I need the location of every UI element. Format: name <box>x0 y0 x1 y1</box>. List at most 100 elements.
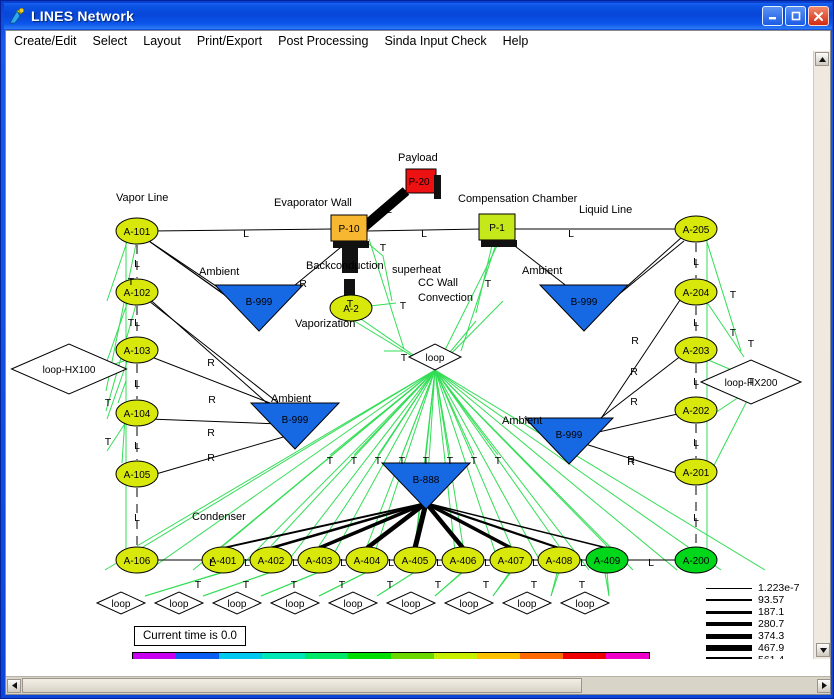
hr-legend-swatch <box>706 656 752 659</box>
hr-legend-value: 1.223e-7 <box>758 582 800 594</box>
window-title: LINES Network <box>31 8 134 24</box>
application-window: LINES Network Create/Edit Select Layout … <box>0 0 834 699</box>
thermal-edge <box>550 571 560 597</box>
close-button[interactable] <box>808 6 829 26</box>
menu-item-create-edit[interactable]: Create/Edit <box>6 33 85 49</box>
menu-bar: Create/Edit Select Layout Print/Export P… <box>6 31 830 51</box>
scroll-up-button[interactable] <box>815 52 829 66</box>
edge-label-r: R <box>299 278 307 290</box>
hr-legend-swatch <box>706 622 752 626</box>
hr-legend-value: 280.7 <box>758 618 785 630</box>
menu-item-layout[interactable]: Layout <box>135 33 189 49</box>
color-scale-cell[interactable] <box>133 653 176 659</box>
hr-legend-value: 93.57 <box>758 594 785 606</box>
section-label: CC Wall <box>418 277 458 289</box>
maximize-button[interactable] <box>785 6 806 26</box>
horizontal-scroll-thumb[interactable] <box>22 678 582 693</box>
app-icon <box>8 7 26 25</box>
loop-node-label: loop <box>228 599 247 610</box>
network-diagram-canvas[interactable]: B-999 B-999 B-999 B-999 B-888 loop-HX100 loop-… <box>6 51 814 659</box>
edge-label-t: T <box>730 289 737 301</box>
edge-label-t: T <box>485 278 492 290</box>
boundary-node-label: B-888 <box>413 475 440 486</box>
network-node-label: A-404 <box>354 556 381 567</box>
network-node-label: A-402 <box>258 556 285 567</box>
edge-label-r: R <box>631 335 639 347</box>
thermal-edge <box>434 369 678 571</box>
vertical-scrollbar[interactable] <box>813 51 830 659</box>
minimize-button[interactable] <box>762 6 783 26</box>
boundary-node-label: B-999 <box>246 297 273 308</box>
edge-label-l: L <box>134 317 140 329</box>
color-scale-cell[interactable] <box>520 653 563 659</box>
loop-node-label: loop <box>460 599 479 610</box>
color-scale-cell[interactable] <box>262 653 305 659</box>
network-node-label: A-403 <box>306 556 333 567</box>
edge-label-r: R <box>207 357 215 369</box>
edge-label-t: T <box>243 579 250 591</box>
network-node-label: A-205 <box>683 225 710 236</box>
section-label: Ambient <box>199 266 239 278</box>
scroll-left-button[interactable] <box>7 678 21 693</box>
color-scale-cell[interactable] <box>305 653 348 659</box>
network-node-label: A-407 <box>498 556 525 567</box>
edge-label-l: L <box>421 228 427 240</box>
loop-node-label: loop <box>286 599 305 610</box>
edge-label-t: T <box>495 455 502 467</box>
hr-legend-swatch <box>706 645 752 651</box>
color-scale-bar[interactable]: <283.0283.0298.0314.0329.0344.0360.0375.… <box>132 652 650 659</box>
boundary-node-label: B-999 <box>556 430 583 441</box>
conduction-edge <box>270 501 427 550</box>
section-label: Condenser <box>192 511 246 523</box>
edge-label-t: T <box>400 300 407 312</box>
network-node-label: A-202 <box>683 406 710 417</box>
color-scale-cell[interactable] <box>348 653 391 659</box>
loop-node-label: loop <box>344 599 363 610</box>
boundary-node[interactable] <box>213 284 305 332</box>
network-node-label: A-406 <box>450 556 477 567</box>
conduction-edge <box>425 501 512 550</box>
menu-item-print-export[interactable]: Print/Export <box>189 33 270 49</box>
network-node-label: A-104 <box>124 409 151 420</box>
color-scale-cell[interactable] <box>219 653 262 659</box>
edge-label-t: T <box>327 455 334 467</box>
edge-label-t: T <box>128 276 135 288</box>
boundary-node-label: B-999 <box>571 297 598 308</box>
menu-item-post-processing[interactable]: Post Processing <box>270 33 376 49</box>
section-label: superheat <box>392 264 441 276</box>
color-scale-cell[interactable] <box>176 653 219 659</box>
scroll-down-button[interactable] <box>816 643 830 657</box>
edge-label-t: T <box>748 376 755 388</box>
edge-label-t: T <box>423 455 430 467</box>
edge-label-t: T <box>399 455 406 467</box>
hr-legend-swatch <box>706 587 752 589</box>
hr-legend-swatch <box>706 610 752 614</box>
menu-item-select[interactable]: Select <box>85 33 136 49</box>
color-scale-cell[interactable] <box>434 653 477 659</box>
loop-node-label: loop <box>402 599 421 610</box>
hr-legend-row: 93.57 <box>706 594 799 606</box>
horizontal-scrollbar[interactable] <box>6 676 830 694</box>
thermal-edge <box>382 255 393 302</box>
color-scale-cell[interactable] <box>563 653 606 659</box>
network-node-label: A-105 <box>124 470 151 481</box>
color-scale-cell[interactable] <box>606 653 649 659</box>
conduction-edge <box>425 502 608 549</box>
loop-node-label: loop <box>576 599 595 610</box>
network-node-label: A-103 <box>124 346 151 357</box>
hr-legend-row: 280.7 <box>706 618 799 630</box>
menu-item-sinda-input-check[interactable]: Sinda Input Check <box>376 33 494 49</box>
menu-item-help[interactable]: Help <box>495 33 537 49</box>
network-node-label: A-405 <box>402 556 429 567</box>
hr-legend-row: 467.9 <box>706 642 799 654</box>
section-label: Vapor Line <box>116 192 168 204</box>
loop-node-label: loop-HX100 <box>43 365 96 376</box>
section-label: Payload <box>398 152 438 164</box>
section-label: Backconduction <box>306 260 384 272</box>
boundary-node[interactable] <box>380 462 472 510</box>
color-scale-cell[interactable] <box>477 653 520 659</box>
boundary-node[interactable] <box>538 284 630 332</box>
edge-label-l: L <box>134 378 140 390</box>
color-scale-cell[interactable] <box>391 653 434 659</box>
scroll-right-button[interactable] <box>817 678 830 693</box>
